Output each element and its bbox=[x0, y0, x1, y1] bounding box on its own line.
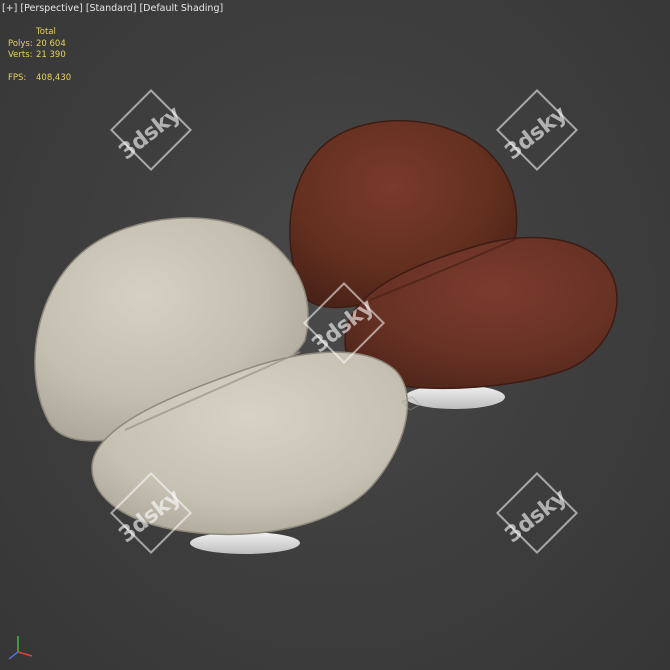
viewport-view-menu[interactable]: [Perspective] bbox=[20, 3, 82, 14]
viewport-label-menu: [+] [Perspective] [Standard] [Default Shadi… bbox=[2, 3, 223, 14]
viewport[interactable]: 3dsky 3dsky 3dsky 3dsky 3dsky [+] [Perspe… bbox=[0, 0, 670, 670]
fps-label: FPS: bbox=[8, 73, 27, 83]
viewport-shading-menu[interactable]: [Default Shading] bbox=[139, 3, 223, 14]
stats-header: Total bbox=[36, 27, 56, 37]
viewport-quality-menu[interactable]: [Standard] bbox=[86, 3, 137, 14]
viewport-plus-menu[interactable]: [+] bbox=[2, 3, 17, 14]
xyz-axis-icon bbox=[8, 636, 33, 660]
polys-label: Polys: bbox=[8, 38, 33, 49]
scene-render bbox=[34, 119, 618, 554]
verts-value: 21 390 bbox=[36, 50, 66, 60]
chair-beige-base bbox=[190, 532, 300, 554]
polys-value: 20 604 bbox=[36, 38, 66, 49]
verts-label: Verts: bbox=[8, 50, 33, 60]
fps-value: 408,430 bbox=[36, 73, 72, 83]
